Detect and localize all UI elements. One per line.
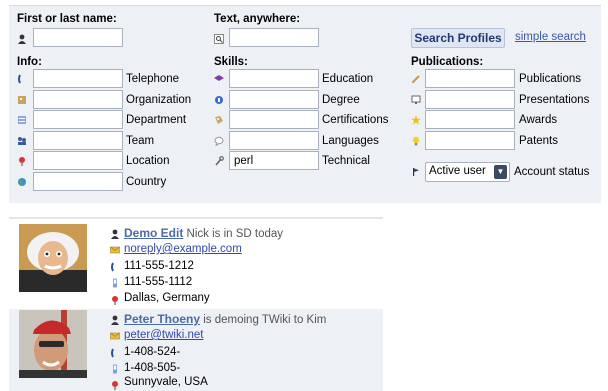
account-status-select[interactable]: Active user ▼: [425, 162, 510, 182]
result-header: Peter Thoeny is demoing TWiki to Kim: [124, 312, 326, 326]
speech-bubble-icon: [214, 136, 224, 146]
country-label: Country: [126, 176, 167, 188]
department-label: Department: [126, 114, 187, 126]
mobile-number: 111-555-1112: [124, 276, 193, 288]
location-text: Dallas, Germany: [124, 292, 210, 304]
account-status-value: Active user: [429, 165, 486, 177]
star-icon: [411, 115, 421, 125]
email-icon: [110, 245, 120, 255]
location-pin-icon: [110, 380, 120, 390]
country-input[interactable]: [33, 172, 123, 191]
awards-label: Awards: [519, 114, 558, 126]
presentations-input[interactable]: [425, 90, 515, 109]
person-icon: [110, 315, 120, 325]
languages-label: Languages: [322, 135, 379, 147]
magnifier-icon: [214, 34, 224, 44]
location-label: Location: [126, 155, 170, 167]
chevron-down-icon: ▼: [494, 165, 507, 179]
publications-input[interactable]: [425, 69, 515, 88]
patents-input[interactable]: [425, 131, 515, 150]
telephone-label: Telephone: [126, 73, 180, 85]
mobile-phone-icon: [110, 278, 120, 288]
pencil-icon: [411, 74, 421, 84]
name-search-label: First or last name:: [17, 13, 117, 25]
lightbulb-icon: [411, 136, 421, 146]
avatar[interactable]: [19, 224, 87, 292]
education-input[interactable]: [229, 69, 319, 88]
languages-input[interactable]: [229, 131, 319, 150]
certification-icon: [214, 115, 224, 125]
education-label: Education: [322, 73, 374, 85]
location-input[interactable]: [33, 151, 123, 170]
team-icon: [17, 136, 27, 146]
organization-label: Organization: [126, 94, 192, 106]
phone-number: 1-408-524-: [124, 346, 181, 358]
graduation-cap-icon: [214, 74, 224, 84]
technical-input[interactable]: [229, 151, 319, 170]
result-header: Demo Edit Nick is in SD today: [124, 226, 283, 240]
phone-icon: [110, 348, 120, 358]
team-input[interactable]: [33, 131, 123, 150]
text-search-label: Text, anywhere:: [214, 13, 301, 25]
department-input[interactable]: [33, 110, 123, 129]
team-label: Team: [126, 135, 155, 147]
email-link[interactable]: noreply@example.com: [124, 243, 242, 255]
organization-input[interactable]: [33, 90, 123, 109]
location-pin-icon: [110, 295, 120, 305]
phone-number: 111-555-1212: [124, 260, 194, 272]
presentations-label: Presentations: [519, 94, 590, 106]
certifications-input[interactable]: [229, 110, 319, 129]
text-search-input[interactable]: [229, 28, 319, 47]
wrench-icon: [214, 156, 224, 166]
email-link[interactable]: peter@twiki.net: [124, 329, 203, 341]
account-status-label: Account status: [514, 166, 590, 178]
globe-icon: [17, 177, 27, 187]
phone-icon: [17, 74, 27, 84]
certifications-label: Certifications: [322, 114, 389, 126]
flag-icon: [411, 167, 421, 177]
monitor-icon: [411, 95, 421, 105]
skills-heading: Skills:: [214, 56, 248, 68]
patents-label: Patents: [519, 135, 558, 147]
avatar[interactable]: [19, 310, 87, 378]
degree-icon: [214, 95, 224, 105]
telephone-input[interactable]: [33, 69, 123, 88]
status-message: Nick is in SD today: [186, 228, 284, 240]
simple-search-link[interactable]: simple search: [515, 31, 586, 43]
search-profiles-button[interactable]: Search Profiles: [411, 28, 505, 48]
results-divider: [9, 217, 383, 219]
mobile-number: 1-408-505-: [124, 362, 181, 374]
location-text: Sunnyvale, USA: [124, 376, 208, 388]
person-icon: [17, 34, 27, 44]
technical-label: Technical: [322, 155, 370, 167]
degree-label: Degree: [322, 94, 360, 106]
mobile-phone-icon: [110, 364, 120, 374]
email-icon: [110, 331, 120, 341]
profile-name-link[interactable]: Demo Edit: [124, 226, 183, 240]
info-heading: Info:: [17, 56, 42, 68]
department-icon: [17, 115, 27, 125]
status-message: is demoing TWiki to Kim: [203, 314, 327, 326]
publications-label: Publications: [519, 73, 582, 85]
phone-icon: [110, 262, 120, 272]
name-search-input[interactable]: [33, 28, 123, 47]
degree-input[interactable]: [229, 90, 319, 109]
organization-icon: [17, 95, 27, 105]
publications-heading: Publications:: [411, 56, 484, 68]
person-icon: [110, 229, 120, 239]
awards-input[interactable]: [425, 110, 515, 129]
profile-name-link[interactable]: Peter Thoeny: [124, 312, 200, 326]
location-pin-icon: [17, 156, 27, 166]
